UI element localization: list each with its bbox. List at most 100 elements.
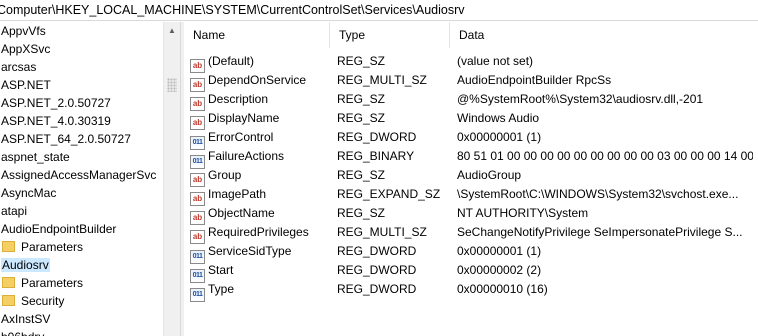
tree-item[interactable]: Parameters (2, 238, 83, 256)
value-row[interactable]: ab ObjectName REG_SZ NT AUTHORITY\System (184, 204, 758, 225)
value-type: REG_SZ (337, 54, 386, 68)
value-data: NT AUTHORITY\System (457, 206, 589, 220)
value-name-cell: ab Description (190, 90, 330, 111)
value-row[interactable]: ab Description REG_SZ @%SystemRoot%\System3… (184, 90, 758, 111)
value-name-cell: ab DependOnService (190, 71, 330, 92)
value-name-cell: ab RequiredPrivileges (190, 223, 330, 244)
value-name: FailureActions (208, 149, 285, 163)
value-name: ErrorControl (208, 130, 274, 144)
tree-item-label: arcsas (1, 60, 37, 74)
value-type: REG_DWORD (337, 130, 417, 144)
value-row[interactable]: ab DependOnService REG_MULTI_SZ AudioEndpoi… (184, 71, 758, 92)
binary-dword-icon: 011 (190, 288, 205, 302)
value-data: 0x00000001 (1) (457, 244, 542, 258)
value-name: DisplayName (208, 111, 280, 125)
tree-item-label: Parameters (21, 276, 84, 290)
value-row[interactable]: ab ImagePath REG_EXPAND_SZ \SystemRoot\C:\W… (184, 185, 758, 206)
value-type: REG_SZ (337, 92, 386, 106)
tree-item[interactable]: arcsas (1, 58, 36, 76)
value-name: Description (208, 92, 269, 106)
value-name: Type (208, 282, 235, 296)
value-data: 0x00000002 (2) (457, 263, 542, 277)
value-name: (Default) (208, 54, 255, 68)
value-name-cell: ab ImagePath (190, 185, 330, 206)
tree-item-label: AppXSvc (1, 42, 51, 56)
tree-item[interactable]: ASP.NET_2.0.50727 (1, 94, 111, 112)
tree-item[interactable]: AppXSvc (1, 40, 50, 58)
tree-item[interactable]: Security (2, 292, 64, 310)
folder-icon (2, 295, 15, 306)
tree-item-label: atapi (1, 204, 28, 218)
tree-item[interactable]: aspnet_state (1, 148, 70, 166)
value-data: 0x00000010 (16) (457, 282, 548, 296)
value-name: DependOnService (208, 73, 307, 87)
value-name-cell: ab (Default) (190, 52, 330, 73)
tree-item[interactable]: AudioEndpointBuilder (1, 220, 116, 238)
value-row[interactable]: ab Group REG_SZ AudioGroup (184, 166, 758, 187)
value-name: Start (208, 263, 234, 277)
registry-tree[interactable]: AppvVfs AppXSvc arcsas ASP.NET ASP.NET_2.0.5… (0, 22, 180, 336)
value-data: 80 51 01 00 00 00 00 00 00 00 00 00 03 0… (457, 149, 753, 163)
value-type: REG_DWORD (337, 263, 417, 277)
tree-scrollbar[interactable]: ▲ (163, 22, 180, 336)
tree-item[interactable]: AsyncMac (1, 184, 56, 202)
value-data: \SystemRoot\C:\WINDOWS\System32\svchost.… (457, 187, 739, 201)
value-name: ImagePath (208, 187, 267, 201)
value-row[interactable]: 011 Type REG_DWORD 0x00000010 (16) (184, 280, 758, 302)
value-row[interactable]: 011 ServiceSidType REG_DWORD 0x00000001 (1) (184, 242, 758, 264)
column-header-type[interactable]: Type (330, 22, 450, 48)
value-type: REG_MULTI_SZ (337, 73, 427, 87)
value-data: 0x00000001 (1) (457, 130, 542, 144)
value-type: REG_DWORD (337, 282, 417, 296)
tree-item[interactable]: AxInstSV (1, 310, 50, 328)
tree-item[interactable]: b06bdrv (1, 328, 44, 336)
tree-item[interactable]: Audiosrv (1, 256, 50, 274)
tree-item-label: Parameters (21, 240, 84, 254)
tree-item-label: AssignedAccessManagerSvc (1, 168, 157, 182)
value-data: AudioGroup (457, 168, 522, 182)
tree-item-label: ASP.NET_64_2.0.50727 (1, 132, 131, 146)
tree-item-label: b06bdrv (1, 330, 44, 336)
tree-item[interactable]: Parameters (2, 274, 83, 292)
value-data: (value not set) (457, 54, 534, 68)
value-row[interactable]: 011 FailureActions REG_BINARY 80 51 01 00 0… (184, 147, 758, 169)
tree-item[interactable]: AppvVfs (1, 22, 46, 40)
column-header-name[interactable]: Name (184, 22, 330, 48)
scroll-up-arrow-icon[interactable]: ▲ (164, 22, 180, 39)
value-name-cell: ab ObjectName (190, 204, 330, 225)
value-type: REG_MULTI_SZ (337, 225, 427, 239)
value-name-cell: 011 Type (190, 280, 330, 302)
scroll-thumb-grip[interactable] (167, 78, 177, 92)
tree-item[interactable]: atapi (1, 202, 27, 220)
value-data: @%SystemRoot%\System32\audiosrv.dll,-201 (457, 92, 704, 106)
address-path[interactable]: Computer\HKEY_LOCAL_MACHINE\SYSTEM\Curre… (0, 3, 465, 17)
value-type: REG_SZ (337, 206, 386, 220)
value-row[interactable]: ab (Default) REG_SZ (value not set) (184, 52, 758, 73)
value-name-cell: ab DisplayName (190, 109, 330, 130)
tree-item[interactable]: ASP.NET (1, 76, 51, 94)
values-list[interactable]: Name Type Data ab (Default) REG_SZ (value n… (184, 22, 758, 336)
tree-item[interactable]: ASP.NET_4.0.30319 (1, 112, 111, 130)
value-name: ServiceSidType (208, 244, 292, 258)
tree-item-label: ASP.NET_2.0.50727 (1, 96, 111, 110)
tree-item[interactable]: AssignedAccessManagerSvc (1, 166, 156, 184)
column-header-data[interactable]: Data (450, 22, 740, 48)
tree-item-label: AsyncMac (1, 186, 57, 200)
value-row[interactable]: 011 Start REG_DWORD 0x00000002 (2) (184, 261, 758, 283)
value-row[interactable]: ab DisplayName REG_SZ Windows Audio (184, 109, 758, 130)
value-row[interactable]: ab RequiredPrivileges REG_MULTI_SZ SeChange… (184, 223, 758, 244)
address-bar[interactable]: Computer\HKEY_LOCAL_MACHINE\SYSTEM\Curre… (0, 0, 758, 21)
tree-item-label: AxInstSV (1, 312, 51, 326)
value-row[interactable]: 011 ErrorControl REG_DWORD 0x00000001 (1) (184, 128, 758, 150)
tree-item-label: AppvVfs (1, 24, 46, 38)
tree-item[interactable]: ASP.NET_64_2.0.50727 (1, 130, 131, 148)
value-data: Windows Audio (457, 111, 540, 125)
folder-icon (2, 241, 15, 252)
value-type: REG_EXPAND_SZ (337, 187, 441, 201)
tree-item-label: ASP.NET (1, 78, 51, 92)
value-data: SeChangeNotifyPrivilege SeImpersonatePri… (457, 225, 743, 239)
value-type: REG_DWORD (337, 244, 417, 258)
value-name: Group (208, 168, 242, 182)
tree-item-label: Security (21, 294, 65, 308)
tree-item-label: AudioEndpointBuilder (1, 222, 117, 236)
